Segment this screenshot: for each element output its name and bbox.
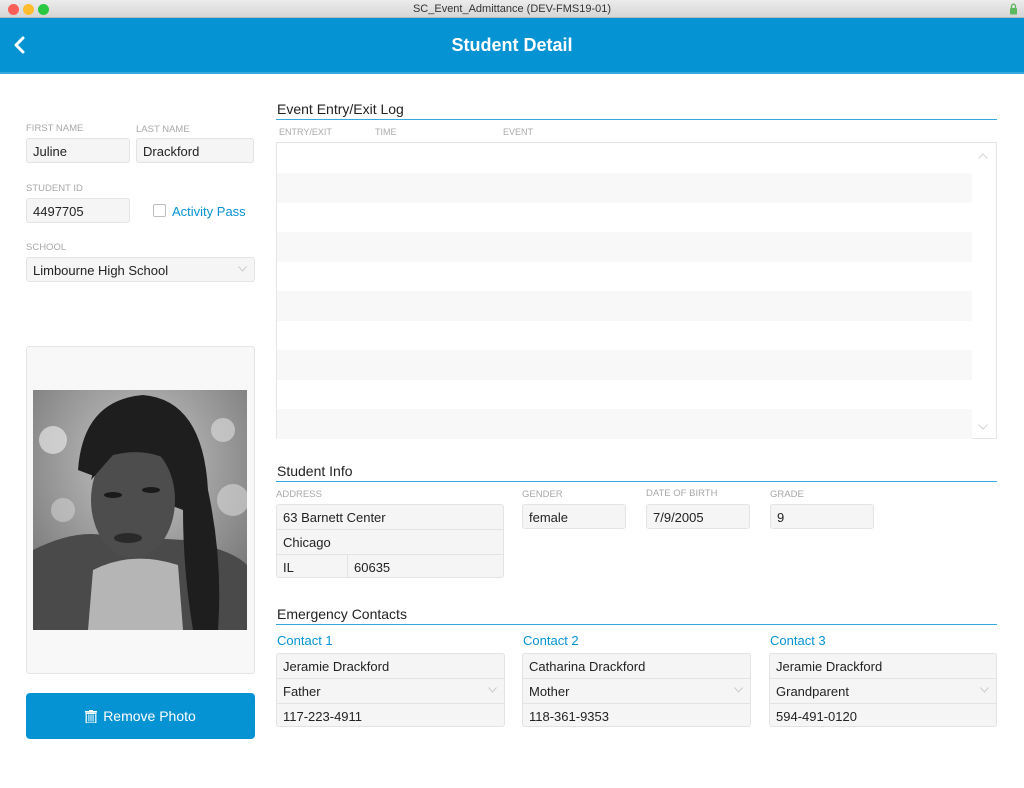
window-title: SC_Event_Admittance (DEV-FMS19-01) [412,3,612,15]
contact-name-field[interactable]: Jeramie Drackford [770,654,996,678]
contact-phone-field[interactable]: 118-361-9353 [523,704,750,728]
page-title: Student Detail [451,35,573,55]
contact-relation-value: Grandparent [776,684,849,699]
column-header-event[interactable]: EVENT [503,127,533,137]
log-row [277,203,972,233]
grade-label: GRADE [770,489,804,500]
contact-relation-value: Father [283,684,321,699]
address-label: ADDRESS [276,489,322,500]
info-section-divider [276,481,997,482]
contact-3-card: Jeramie Drackford Grandparent 594-491-01… [769,653,997,727]
log-row [277,232,972,262]
contact-phone-field[interactable]: 117-223-4911 [277,704,504,728]
zip-field[interactable]: 60635 [348,555,503,579]
gender-label: GENDER [522,489,563,500]
dob-field[interactable]: 7/9/2005 [646,504,750,529]
student-id-field[interactable]: 4497705 [26,198,130,223]
school-value: Limbourne High School [33,263,169,278]
remove-photo-button[interactable]: Remove Photo [26,693,255,739]
log-section-title: Event Entry/Exit Log [277,101,404,117]
chevron-down-icon [488,687,497,693]
student-photo [33,390,247,630]
contact-3-title: Contact 3 [770,633,826,648]
contact-relation-value: Mother [529,684,570,699]
first-name-field[interactable]: Juline [26,138,130,163]
log-row [277,291,972,321]
scroll-down-icon[interactable] [978,424,988,430]
contact-1-card: Jeramie Drackford Father 117-223-4911 [276,653,505,727]
scroll-up-icon[interactable] [978,153,988,159]
contact-relation-select[interactable]: Grandparent [770,679,996,703]
chevron-down-icon [980,687,989,693]
remove-photo-label: Remove Photo [103,708,196,724]
contacts-section-divider [276,624,997,625]
chevron-down-icon [238,266,247,272]
chevron-down-icon [734,687,743,693]
log-row [277,409,972,439]
activity-pass-label[interactable]: Activity Pass [172,204,246,219]
state-field[interactable]: IL [277,555,347,579]
log-row [277,350,972,380]
contacts-section-title: Emergency Contacts [277,606,407,622]
column-header-entry-exit[interactable]: ENTRY/EXIT [279,127,332,137]
student-id-label: STUDENT ID [26,183,83,194]
last-name-label: LAST NAME [136,124,190,135]
city-field[interactable]: Chicago [277,530,503,554]
info-section-title: Student Info [277,463,353,479]
school-label: SCHOOL [26,242,67,253]
contact-2-title: Contact 2 [523,633,579,648]
contact-2-card: Catharina Drackford Mother 118-361-9353 [522,653,751,727]
column-header-time[interactable]: TIME [375,127,397,137]
street-field[interactable]: 63 Barnett Center [277,505,503,529]
dob-label: DATE OF BIRTH [646,488,718,499]
contact-1-title: Contact 1 [277,633,333,648]
contact-relation-select[interactable]: Father [277,679,504,703]
school-select[interactable]: Limbourne High School [26,257,255,282]
contact-relation-select[interactable]: Mother [523,679,750,703]
contact-name-field[interactable]: Jeramie Drackford [277,654,504,678]
last-name-field[interactable]: Drackford [136,138,254,163]
contact-name-field[interactable]: Catharina Drackford [523,654,750,678]
log-row [277,143,972,173]
activity-pass-checkbox[interactable] [153,204,166,217]
grade-field[interactable]: 9 [770,504,874,529]
log-list[interactable] [276,142,997,439]
app-header: Student Detail [0,18,1024,74]
trash-icon [85,709,98,723]
log-row [277,173,972,203]
gender-field[interactable]: female [522,504,626,529]
log-row [277,380,972,410]
log-row [277,262,972,292]
first-name-label: FIRST NAME [26,123,84,134]
log-row [277,321,972,351]
log-section-divider [276,119,997,120]
contact-phone-field[interactable]: 594-491-0120 [770,704,996,728]
lock-icon [1010,3,1017,15]
address-group: 63 Barnett Center Chicago IL 60635 [276,504,504,578]
window-titlebar: SC_Event_Admittance (DEV-FMS19-01) [0,0,1024,18]
